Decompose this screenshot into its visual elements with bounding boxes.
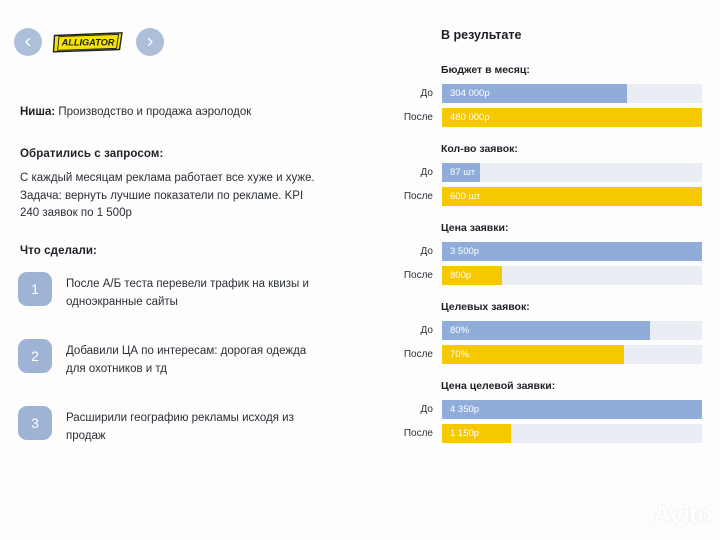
- bar-label-after: После: [403, 112, 433, 123]
- bar-row-before: До 87 шт: [400, 163, 720, 182]
- bar-fill-after: 1 150р: [442, 424, 511, 443]
- bar-track: 1 150р: [442, 424, 702, 443]
- results-title: В результате: [441, 28, 522, 42]
- bar-track: 3 500р: [442, 242, 702, 261]
- bar-track: 4 350р: [442, 400, 702, 419]
- list-item: 3 Расширили географию рекламы исходя из …: [18, 406, 348, 445]
- actions-step-list: 1 После А/Б теста перевели трафик на кви…: [18, 272, 348, 473]
- bar-value: 800р: [450, 270, 472, 281]
- bar-row-after: После 1 150р: [400, 424, 720, 443]
- bar-fill-before: 3 500р: [442, 242, 702, 261]
- bar-value: 70%: [450, 349, 470, 360]
- bar-row-before: До 4 350р: [400, 400, 720, 419]
- bar-track: 80%: [442, 321, 702, 340]
- bar-fill-after: 480 000р: [442, 108, 702, 127]
- chart-group-leads-count: Кол-во заявок: До 87 шт После 600 шт: [400, 143, 720, 206]
- bar-row-before: До 3 500р: [400, 242, 720, 261]
- left-content-panel: ALLIGATOR Ниша: Производство и продажа а…: [0, 0, 400, 540]
- bar-fill-after: 800р: [442, 266, 502, 285]
- bar-fill-after: 600 шт: [442, 187, 702, 206]
- bar-fill-before: 4 350р: [442, 400, 702, 419]
- step-number-badge: 1: [18, 272, 52, 306]
- request-section-body: С каждый месяцам реклама работает все ху…: [20, 172, 315, 219]
- niche-line: Ниша: Производство и продажа аэролодок: [20, 106, 251, 118]
- chart-title: Целевых заявок:: [441, 301, 530, 313]
- carousel-prev-button[interactable]: [14, 28, 42, 56]
- list-item: 1 После А/Б теста перевели трафик на кви…: [18, 272, 348, 311]
- step-text: После А/Б теста перевели трафик на квизы…: [66, 278, 309, 308]
- bar-fill-before: 87 шт: [442, 163, 480, 182]
- chart-group-lead-price: Цена заявки: До 3 500р После 800р: [400, 222, 720, 285]
- chart-title: Кол-во заявок:: [441, 143, 518, 155]
- request-section-title: Обратились с запросом:: [20, 148, 164, 160]
- brand-carousel-bar: ALLIGATOR: [14, 28, 164, 56]
- alligator-logo-shape: ALLIGATOR: [52, 31, 123, 52]
- bar-row-after: После 600 шт: [400, 187, 720, 206]
- bar-label-before: До: [420, 88, 433, 99]
- bar-track: 480 000р: [442, 108, 702, 127]
- bar-value: 304 000р: [450, 88, 490, 99]
- chart-group-target-lead-price: Цена целевой заявки: До 4 350р После 1 1…: [400, 380, 720, 443]
- bar-track: 70%: [442, 345, 702, 364]
- niche-value: Производство и продажа аэролодок: [55, 106, 252, 118]
- step-text: Добавили ЦА по интересам: дорогая одежда…: [66, 345, 307, 375]
- bar-fill-after: 70%: [442, 345, 624, 364]
- bar-value: 80%: [450, 325, 470, 336]
- bar-label-after: После: [403, 191, 433, 202]
- bar-label-after: После: [403, 428, 433, 439]
- bar-track: 800р: [442, 266, 702, 285]
- niche-label: Ниша:: [20, 106, 56, 118]
- slide-root: ALLIGATOR Ниша: Производство и продажа а…: [0, 0, 720, 540]
- chart-title: Бюджет в месяц:: [441, 64, 530, 76]
- bar-label-before: До: [420, 246, 433, 257]
- bar-label-after: После: [403, 270, 433, 281]
- bar-label-before: До: [420, 404, 433, 415]
- bar-row-after: После 800р: [400, 266, 720, 285]
- chart-title: Цена целевой заявки:: [441, 380, 556, 392]
- bar-track: 304 000р: [442, 84, 702, 103]
- carousel-next-button[interactable]: [136, 28, 164, 56]
- bar-row-after: После 480 000р: [400, 108, 720, 127]
- alligator-logo-text: ALLIGATOR: [61, 37, 115, 47]
- bar-fill-before: 304 000р: [442, 84, 627, 103]
- step-number-badge: 3: [18, 406, 52, 440]
- bar-value: 1 150р: [450, 428, 480, 439]
- bar-row-before: До 304 000р: [400, 84, 720, 103]
- bar-value: 4 350р: [450, 404, 480, 415]
- bar-track: 87 шт: [442, 163, 702, 182]
- bar-value: 87 шт: [450, 167, 476, 178]
- chart-title: Цена заявки:: [441, 222, 509, 234]
- bar-row-after: После 70%: [400, 345, 720, 364]
- bar-row-before: До 80%: [400, 321, 720, 340]
- bar-fill-before: 80%: [442, 321, 650, 340]
- step-number-badge: 2: [18, 339, 52, 373]
- actions-section-title: Что сделали:: [20, 245, 97, 257]
- results-chart-groups: Бюджет в месяц: До 304 000р После 480 00…: [400, 64, 720, 459]
- step-text: Расширили географию рекламы исходя из пр…: [66, 412, 294, 442]
- chevron-left-icon: [25, 37, 31, 47]
- results-panel: В результате Бюджет в месяц: До 304 000р…: [400, 0, 720, 540]
- chart-group-budget: Бюджет в месяц: До 304 000р После 480 00…: [400, 64, 720, 127]
- chevron-right-icon: [147, 37, 153, 47]
- bar-label-before: До: [420, 325, 433, 336]
- list-item: 2 Добавили ЦА по интересам: дорогая одеж…: [18, 339, 348, 378]
- alligator-logo: ALLIGATOR: [52, 31, 126, 54]
- bar-label-after: После: [403, 349, 433, 360]
- bar-value: 480 000р: [450, 112, 490, 123]
- bar-label-before: До: [420, 167, 433, 178]
- bar-value: 3 500р: [450, 246, 480, 257]
- chart-group-target-leads: Целевых заявок: До 80% После 70%: [400, 301, 720, 364]
- bar-track: 600 шт: [442, 187, 702, 206]
- bar-value: 600 шт: [450, 191, 481, 202]
